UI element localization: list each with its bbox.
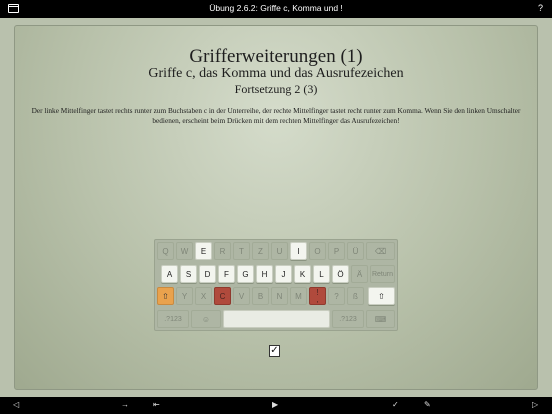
shift-right-key[interactable]: ⇧ [368,287,395,305]
key-a[interactable]: A [161,265,178,283]
key-oe[interactable]: Ö [332,265,349,283]
key-v[interactable]: V [233,287,250,305]
backspace-key[interactable]: ⌫ [366,242,395,260]
bottom-toolbar: ◁ → ⇤ ▶ ✓ ✎ ▷ [0,397,552,414]
check-icon[interactable]: ✓ [392,400,399,409]
pencil-icon[interactable]: ✎ [424,400,431,409]
arrow-icon[interactable]: → [121,400,129,409]
done-checkbox[interactable]: ✓ [269,345,280,357]
key-z[interactable]: Z [252,242,269,260]
help-button[interactable]: ? [538,3,543,13]
key-j[interactable]: J [275,265,292,283]
key-s[interactable]: S [180,265,197,283]
numbers-key-left[interactable]: .?123 [157,310,189,328]
key-d[interactable]: D [199,265,216,283]
back-icon[interactable]: ◁ [13,400,19,409]
forward-icon[interactable]: ▷ [532,400,538,409]
key-k[interactable]: K [294,265,311,283]
key-question[interactable]: ? [328,287,345,305]
key-e[interactable]: E [195,242,212,260]
key-l[interactable]: L [313,265,330,283]
key-t[interactable]: T [233,242,250,260]
key-q[interactable]: Q [157,242,174,260]
key-u[interactable]: U [271,242,288,260]
window-title: Übung 2.6.2: Griffe c, Komma und ! [209,3,343,13]
emoji-key[interactable]: ☺ [191,310,221,328]
top-bar: Übung 2.6.2: Griffe c, Komma und ! ? [0,0,552,18]
play-icon[interactable]: ▶ [272,400,278,409]
lesson-title: Grifferweiterungen (1) [189,46,363,67]
key-w[interactable]: W [176,242,193,260]
comma-label: , [316,295,319,304]
key-b[interactable]: B [252,287,269,305]
lesson-subtitle: Griffe c, das Komma und das Ausrufezeich… [148,66,404,81]
key-p[interactable]: P [328,242,345,260]
hide-keyboard-key[interactable]: ⌨ [366,310,395,328]
step-back-icon[interactable]: ⇤ [153,400,160,409]
key-m[interactable]: M [290,287,307,305]
key-comma[interactable]: ! , [309,287,326,305]
onscreen-keyboard: Q W E R T Z U I O P Ü ⌫ A S D F G H J K … [154,239,398,331]
numbers-key-right[interactable]: .?123 [332,310,364,328]
key-n[interactable]: N [271,287,288,305]
key-c[interactable]: C [214,287,231,305]
key-h[interactable]: H [256,265,273,283]
key-ue[interactable]: Ü [347,242,364,260]
lesson-description: Der linke Mittelfinger tastet rechts run… [31,106,521,125]
lesson-section: Fortsetzung 2 (3) [234,82,318,96]
shift-left-key[interactable]: ⇧ [157,287,174,305]
key-g[interactable]: G [237,265,254,283]
key-y[interactable]: Y [176,287,193,305]
key-o[interactable]: O [309,242,326,260]
key-i[interactable]: I [290,242,307,260]
return-key[interactable]: Return [370,265,395,283]
key-r[interactable]: R [214,242,231,260]
key-ae[interactable]: Ä [351,265,368,283]
key-x[interactable]: X [195,287,212,305]
key-sz[interactable]: ß [347,287,364,305]
key-f[interactable]: F [218,265,235,283]
space-key[interactable] [223,310,330,328]
